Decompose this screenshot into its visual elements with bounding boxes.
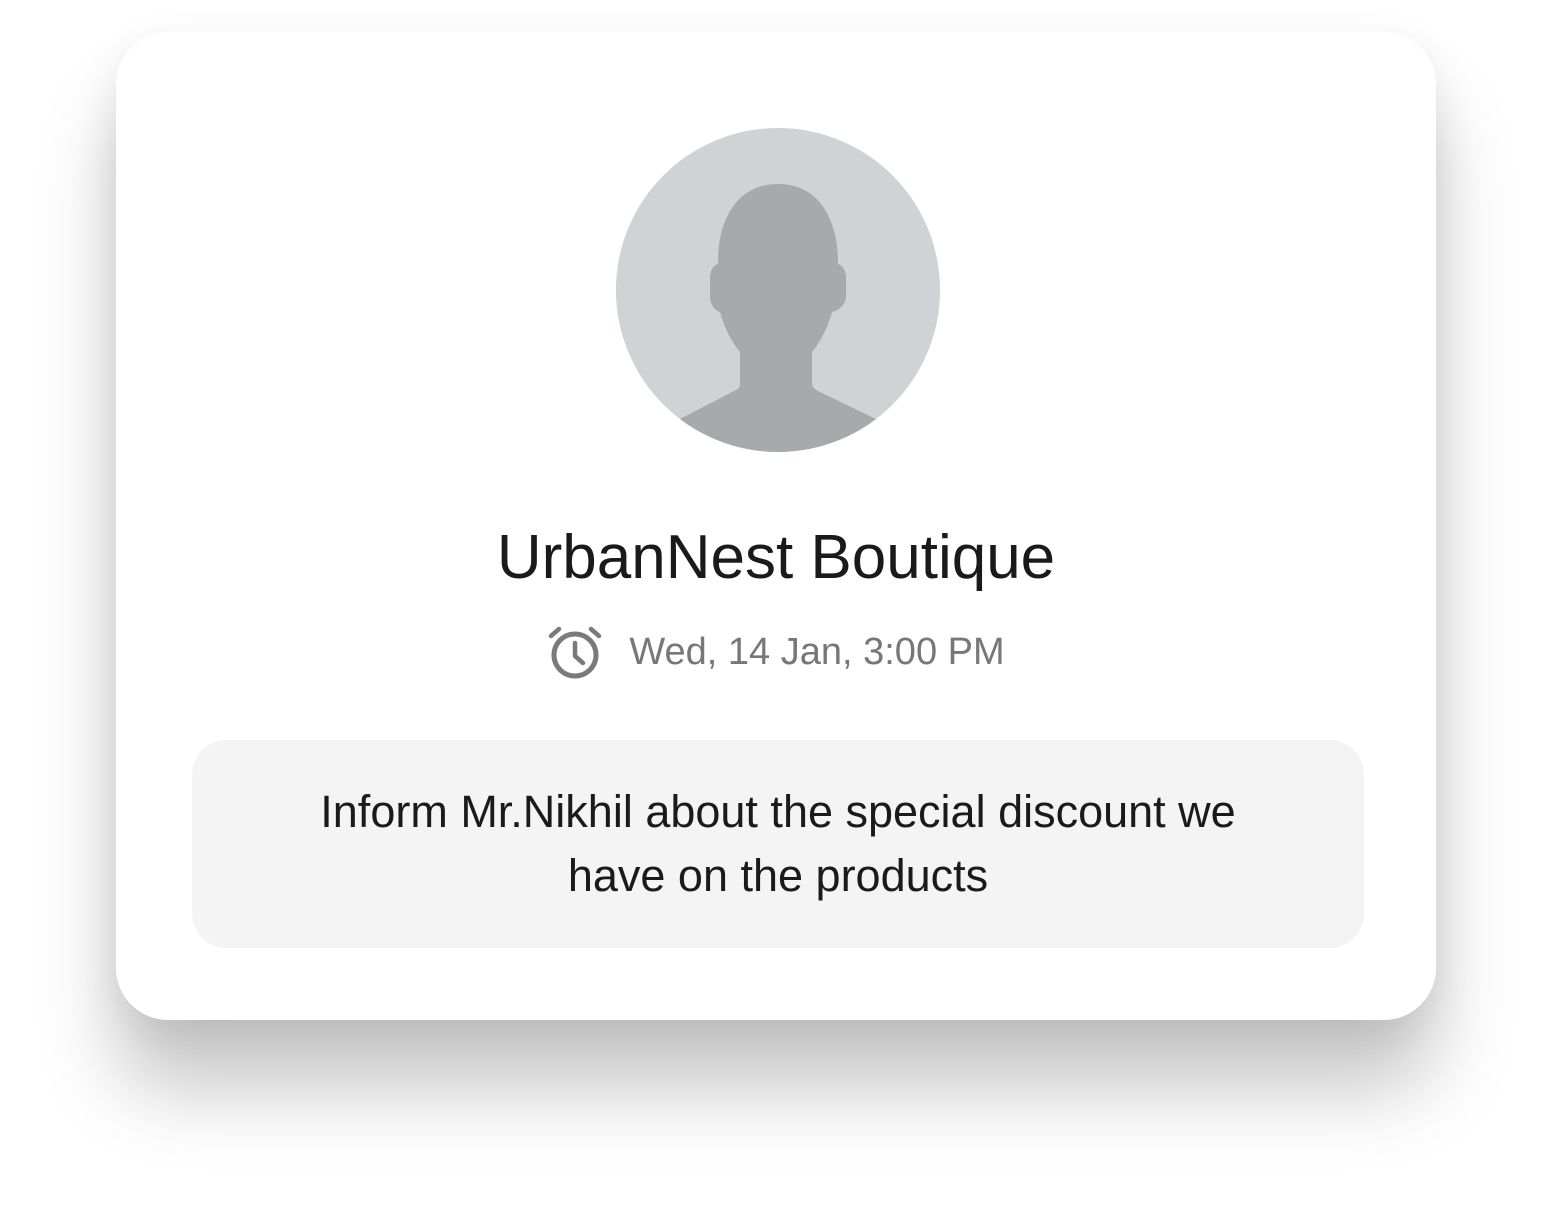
reminder-note-box: Inform Mr.Nikhil about the special disco…: [192, 740, 1364, 948]
avatar: [616, 128, 940, 452]
default-person-avatar-icon: [616, 128, 940, 452]
reminder-time-row: Wed, 14 Jan, 3:00 PM: [116, 622, 1436, 682]
reminder-note-text: Inform Mr.Nikhil about the special disco…: [320, 786, 1236, 901]
reminder-datetime: Wed, 14 Jan, 3:00 PM: [629, 631, 1005, 673]
reminder-card: UrbanNest Boutique Wed, 14 Jan, 3:00 PM …: [116, 32, 1436, 1020]
contact-name: UrbanNest Boutique: [496, 523, 1056, 592]
alarm-clock-icon: [549, 626, 602, 679]
